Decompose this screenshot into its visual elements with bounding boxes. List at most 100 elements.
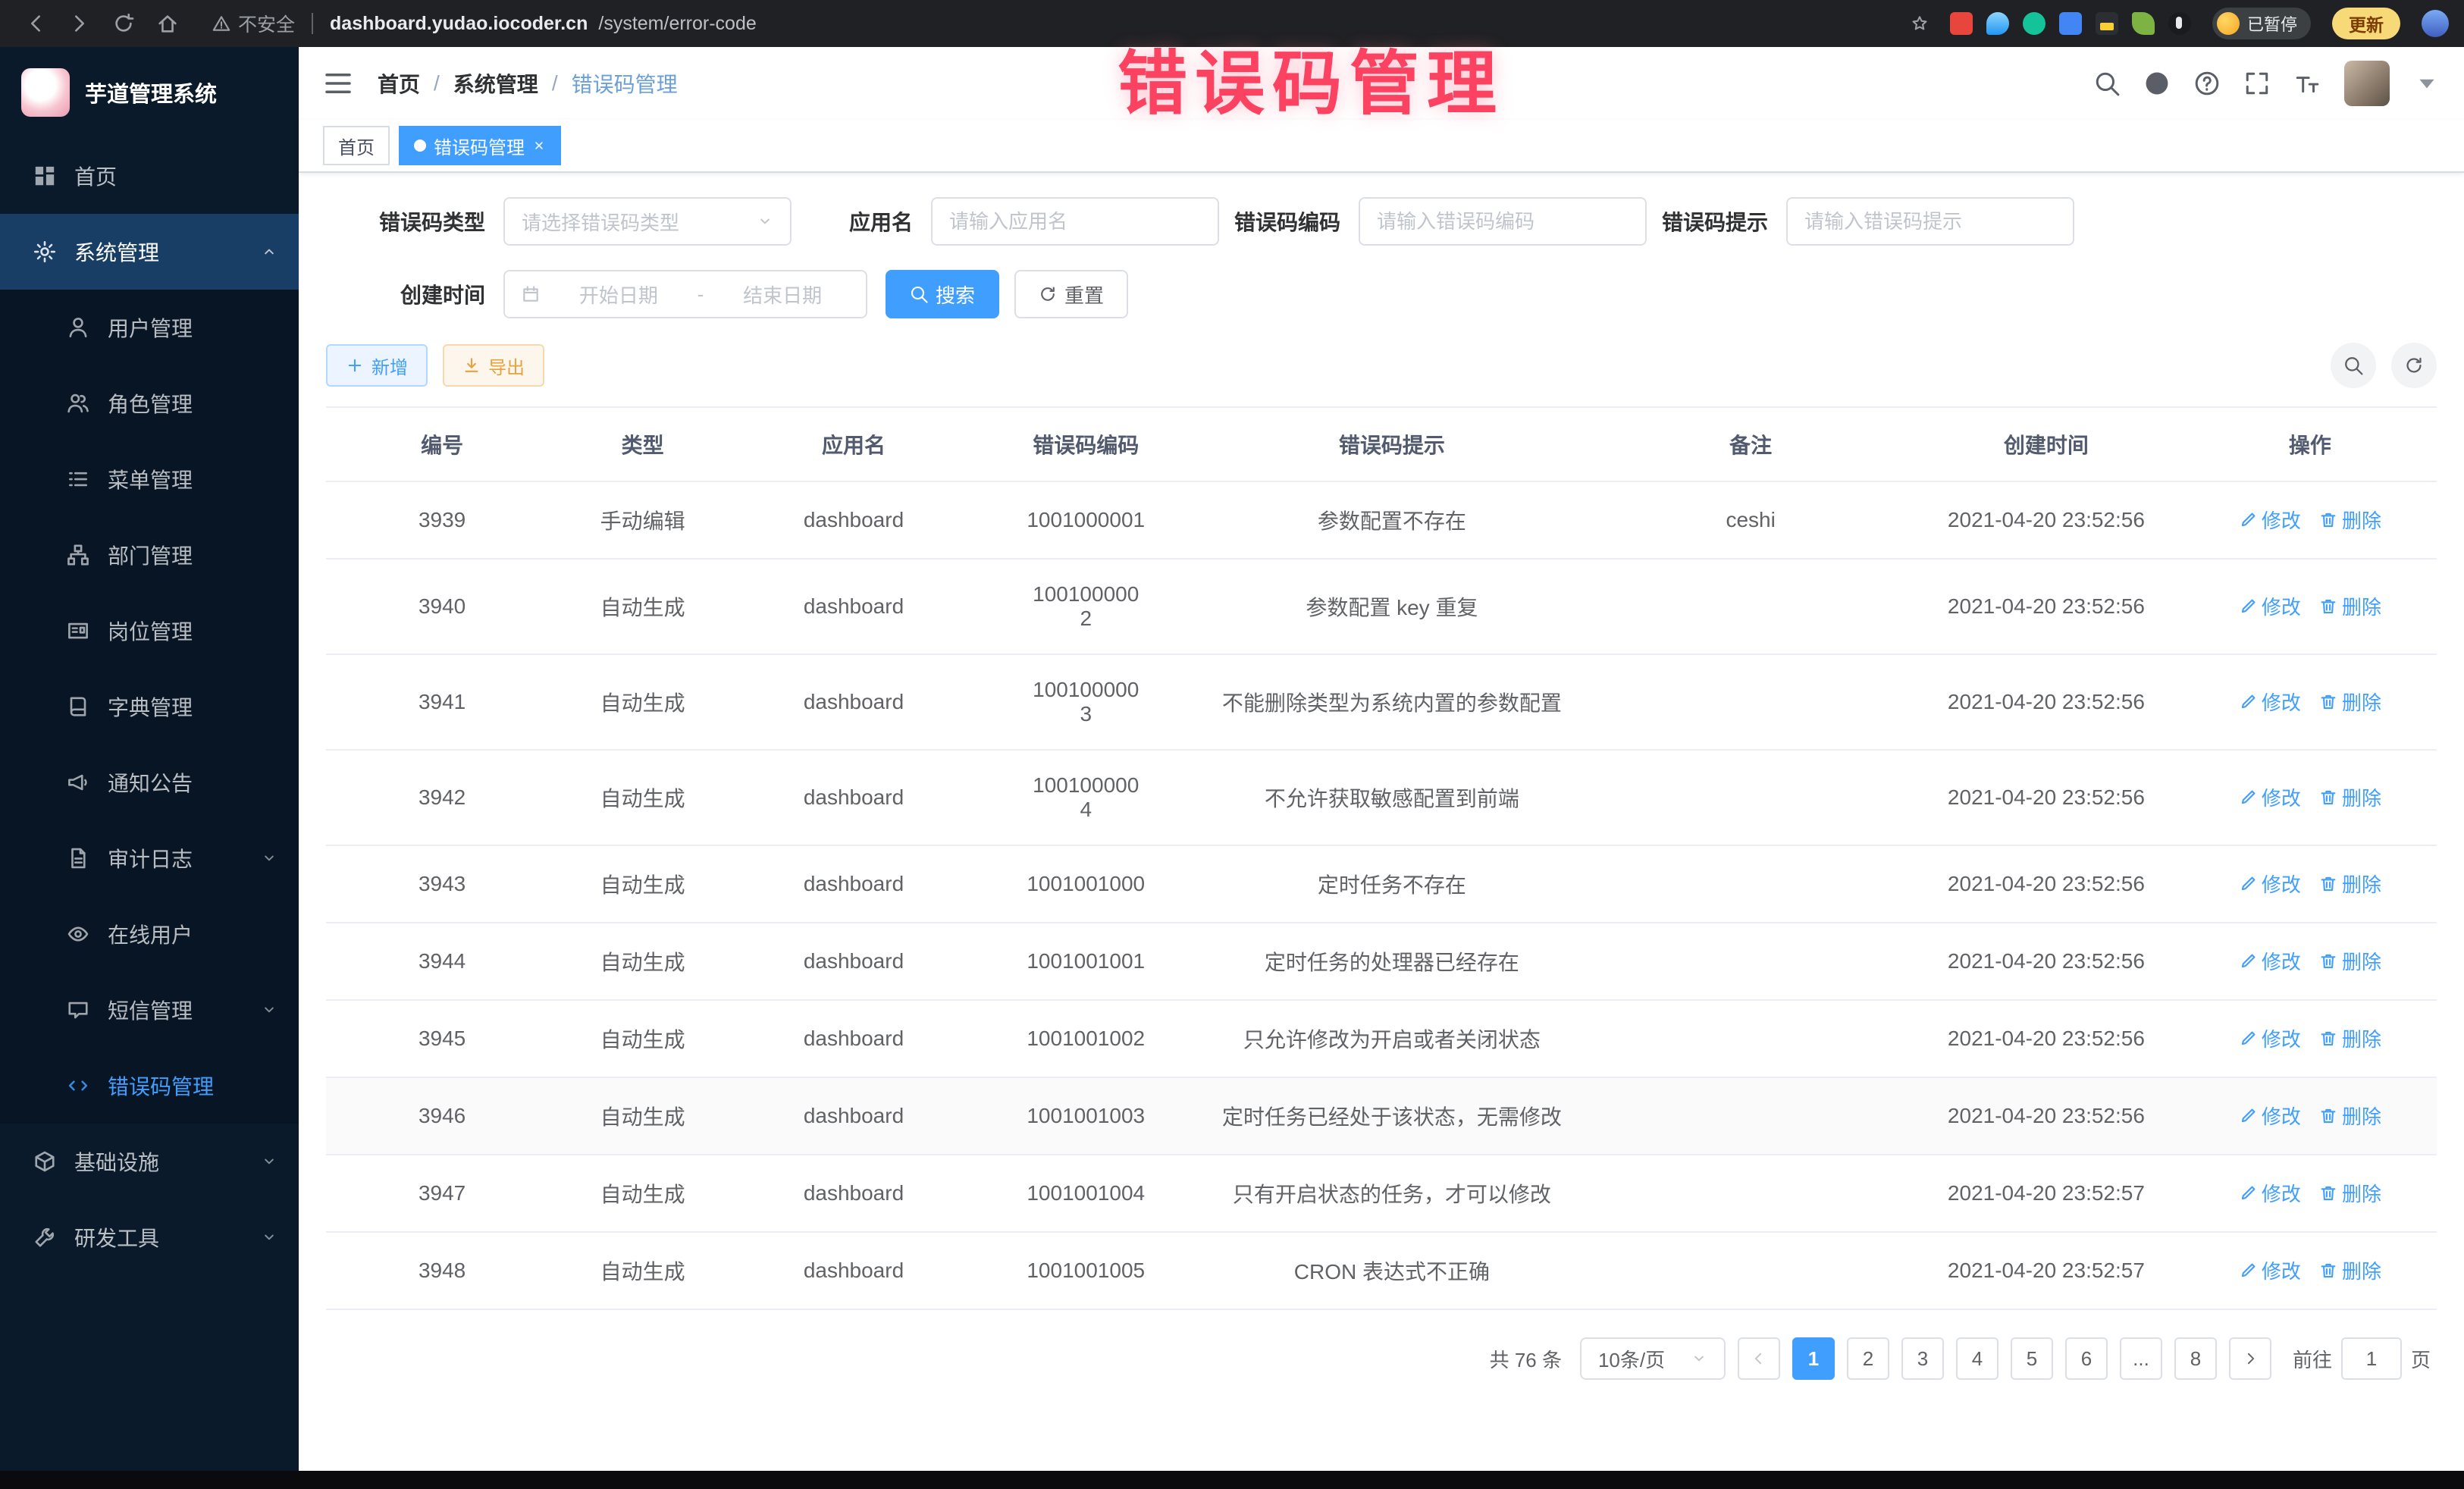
github-icon[interactable] [2144, 71, 2170, 96]
page-button-1[interactable]: 1 [1792, 1337, 1835, 1380]
date-range-picker[interactable]: 开始日期 - 结束日期 [503, 270, 867, 318]
extension-icon[interactable] [2096, 12, 2118, 35]
sidebar-item-notice[interactable]: 通知公告 [0, 744, 299, 820]
error-hint-input[interactable] [1804, 210, 2056, 234]
delete-link[interactable]: 删除 [2319, 1102, 2381, 1130]
edit-link[interactable]: 修改 [2239, 870, 2301, 898]
paused-badge[interactable]: 已暂停 [2212, 8, 2311, 39]
delete-link[interactable]: 删除 [2319, 592, 2381, 620]
extension-icon[interactable] [2132, 12, 2155, 35]
add-button[interactable]: 新增 [326, 344, 428, 387]
extension-icon[interactable] [1986, 12, 2009, 35]
page-button-3[interactable]: 3 [1901, 1337, 1944, 1380]
security-warning[interactable]: 不安全 [212, 10, 295, 37]
help-icon[interactable] [2194, 71, 2220, 96]
home-icon[interactable] [156, 12, 179, 35]
edit-link[interactable]: 修改 [2239, 947, 2301, 975]
prev-page-button[interactable] [1738, 1337, 1780, 1380]
sidebar-item-user[interactable]: 用户管理 [0, 290, 299, 365]
page-button-8[interactable]: 8 [2174, 1337, 2217, 1380]
sidebar-item-infra[interactable]: 基础设施 [0, 1124, 299, 1199]
breadcrumb-item[interactable]: 系统管理 [453, 68, 538, 99]
delete-label: 删除 [2342, 947, 2381, 975]
app-name-input[interactable] [949, 210, 1201, 234]
page-button-2[interactable]: 2 [1847, 1337, 1889, 1380]
breadcrumb-separator: / [434, 71, 440, 96]
sidebar-item-role[interactable]: 角色管理 [0, 365, 299, 441]
forward-icon[interactable] [68, 12, 91, 35]
tab-0[interactable]: 首页 [323, 126, 390, 165]
toggle-search-button[interactable] [2331, 343, 2376, 388]
reset-button[interactable]: 重置 [1014, 270, 1128, 318]
table-row: 3939手动编辑dashboard1001000001参数配置不存在ceshi2… [326, 481, 2437, 559]
extension-icon[interactable] [2168, 12, 2191, 35]
sidebar-item-system[interactable]: 系统管理 [0, 214, 299, 290]
app-window: 芋道管理系统 首页系统管理用户管理角色管理菜单管理部门管理岗位管理字典管理通知公… [0, 47, 2464, 1471]
edit-link[interactable]: 修改 [2239, 783, 2301, 811]
hamburger-icon[interactable] [323, 68, 353, 99]
sidebar-item-errorcode[interactable]: 错误码管理 [0, 1048, 299, 1124]
sidebar-item-label: 在线用户 [108, 919, 193, 949]
edit-link[interactable]: 修改 [2239, 1256, 2301, 1284]
user-icon [67, 316, 89, 339]
sidebar-item-dict[interactable]: 字典管理 [0, 669, 299, 744]
text-size-icon[interactable] [2294, 71, 2320, 96]
user-avatar[interactable] [2344, 61, 2390, 106]
caret-down-icon[interactable] [2414, 71, 2440, 96]
edit-link[interactable]: 修改 [2239, 1024, 2301, 1052]
delete-link[interactable]: 删除 [2319, 506, 2381, 534]
next-page-button[interactable] [2229, 1337, 2271, 1380]
tab-active[interactable]: 错误码管理 [399, 126, 561, 165]
goto-page-input[interactable] [2341, 1337, 2402, 1380]
page-button-6[interactable]: 6 [2065, 1337, 2108, 1380]
update-button[interactable]: 更新 [2332, 8, 2400, 39]
export-button[interactable]: 导出 [443, 344, 544, 387]
search-icon[interactable] [2094, 71, 2120, 96]
edit-link[interactable]: 修改 [2239, 506, 2301, 534]
search-button[interactable]: 搜索 [886, 270, 999, 318]
sidebar-item-home[interactable]: 首页 [0, 138, 299, 214]
extension-icon[interactable] [2059, 12, 2082, 35]
delete-link[interactable]: 删除 [2319, 1024, 2381, 1052]
error-code-input[interactable] [1377, 210, 1629, 234]
extension-icon[interactable] [2023, 12, 2045, 35]
fullscreen-icon[interactable] [2244, 71, 2270, 96]
page-button-5[interactable]: 5 [2011, 1337, 2053, 1380]
app-logo[interactable]: 芋道管理系统 [0, 47, 299, 138]
extension-icon[interactable] [1950, 12, 1973, 35]
error-type-select[interactable]: 请选择错误码类型 [503, 197, 792, 246]
cell-time: 2021-04-20 23:52:56 [1909, 654, 2183, 750]
sidebar-item-dept[interactable]: 部门管理 [0, 517, 299, 593]
delete-link[interactable]: 删除 [2319, 870, 2381, 898]
table-row: 3942自动生成dashboard100100000 4不允许获取敏感配置到前端… [326, 750, 2437, 845]
cell-type: 自动生成 [558, 923, 727, 1000]
edit-link[interactable]: 修改 [2239, 592, 2301, 620]
cell-app: dashboard [727, 923, 980, 1000]
sidebar-item-menu[interactable]: 菜单管理 [0, 441, 299, 517]
sidebar-item-devtools[interactable]: 研发工具 [0, 1199, 299, 1275]
delete-link[interactable]: 删除 [2319, 1179, 2381, 1207]
page-size-select[interactable]: 10条/页 [1580, 1337, 1726, 1380]
delete-link[interactable]: 删除 [2319, 783, 2381, 811]
browser-profile-avatar[interactable] [2422, 10, 2449, 37]
error-code-input-wrap [1359, 197, 1647, 246]
edit-icon [2239, 952, 2257, 970]
bookmark-star-icon[interactable] [1911, 14, 1929, 33]
sidebar-item-audit[interactable]: 审计日志 [0, 820, 299, 896]
delete-link[interactable]: 删除 [2319, 947, 2381, 975]
edit-link[interactable]: 修改 [2239, 688, 2301, 716]
page-ellipsis-button[interactable]: ... [2120, 1337, 2162, 1380]
sidebar-item-online[interactable]: 在线用户 [0, 896, 299, 972]
address-bar[interactable]: 不安全 dashboard.yudao.iocoder.cn/system/er… [212, 10, 1929, 37]
reload-icon[interactable] [112, 12, 135, 35]
delete-link[interactable]: 删除 [2319, 1256, 2381, 1284]
page-button-4[interactable]: 4 [1956, 1337, 1998, 1380]
edit-link[interactable]: 修改 [2239, 1179, 2301, 1207]
delete-link[interactable]: 删除 [2319, 688, 2381, 716]
breadcrumb-item[interactable]: 首页 [378, 68, 420, 99]
edit-link[interactable]: 修改 [2239, 1102, 2301, 1130]
sidebar-item-post[interactable]: 岗位管理 [0, 593, 299, 669]
sidebar-item-sms[interactable]: 短信管理 [0, 972, 299, 1048]
refresh-table-button[interactable] [2391, 343, 2437, 388]
back-icon[interactable] [24, 12, 47, 35]
